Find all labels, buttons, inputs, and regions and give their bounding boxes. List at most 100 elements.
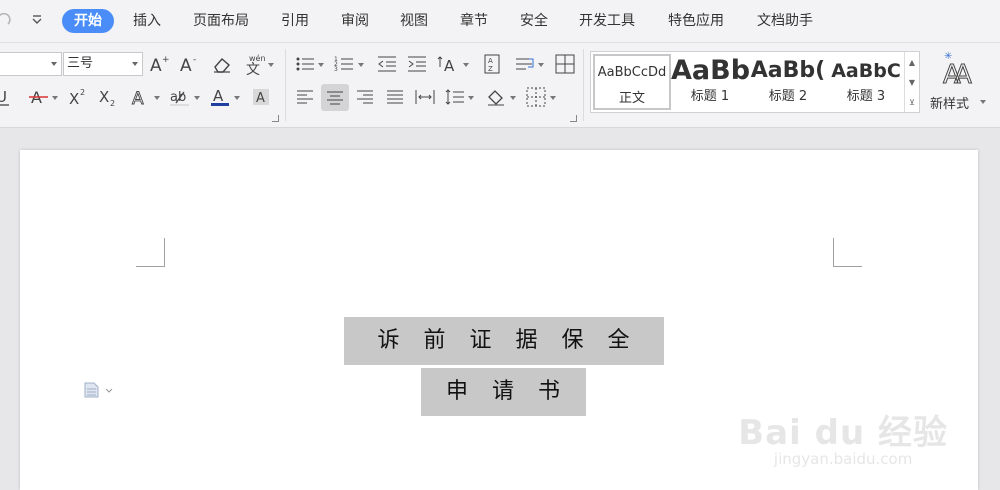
subscript-icon: X2: [99, 88, 115, 107]
gallery-scrollbar[interactable]: ▲ ▼ ⊻: [904, 52, 919, 112]
tab-developer-tools[interactable]: 开发工具: [579, 9, 635, 33]
increase-indent-button[interactable]: [405, 52, 429, 76]
scroll-down-icon[interactable]: ▼: [905, 72, 919, 92]
chevron-down-icon[interactable]: [463, 63, 469, 67]
sort-button[interactable]: AZ: [481, 52, 505, 76]
justify-icon: [387, 90, 403, 104]
bullet-list-icon: [296, 57, 314, 71]
svg-text:A: A: [213, 87, 224, 105]
chevron-down-icon[interactable]: [51, 62, 57, 66]
align-center-button[interactable]: [321, 84, 349, 111]
grow-font-icon: A +: [150, 55, 170, 74]
text-direction-icon: A: [437, 56, 455, 75]
redo-icon[interactable]: [0, 10, 14, 28]
style-heading-3-label: 标题 3: [846, 89, 886, 104]
crop-mark-top-right: [833, 238, 862, 267]
svg-text:Z: Z: [488, 65, 493, 73]
group-separator: [583, 49, 584, 121]
chevron-down-icon[interactable]: [154, 96, 160, 100]
distributed-button[interactable]: [413, 85, 437, 109]
quick-access-dropdown-icon[interactable]: [30, 12, 44, 26]
shrink-font-icon: A-: [180, 55, 196, 74]
tab-view[interactable]: 视图: [400, 9, 428, 33]
show-hide-marks-button[interactable]: [513, 52, 537, 76]
svg-text:文: 文: [246, 62, 260, 75]
text-direction-button[interactable]: A: [437, 52, 461, 76]
subscript-button[interactable]: X2: [96, 85, 120, 109]
scroll-up-icon[interactable]: ▲: [905, 52, 919, 72]
font-name-combo[interactable]: [0, 52, 62, 76]
doc-title-line-2[interactable]: 申 请 书: [421, 368, 586, 416]
char-shading-button[interactable]: A: [249, 85, 273, 109]
new-style-button[interactable]: A A ✳ 新样式: [928, 49, 988, 121]
svg-text:-: -: [193, 55, 196, 65]
style-heading-3-sample: AaBbC: [831, 60, 901, 82]
tab-insert[interactable]: 插入: [133, 9, 161, 33]
new-style-label: 新样式: [930, 97, 970, 112]
document-page[interactable]: 诉 前 证 据 保 全 申 请 书 Bai du 经验 jingyan.baid…: [20, 150, 978, 490]
paragraph-dialog-launcher-icon[interactable]: [570, 115, 577, 122]
gallery-expand-icon[interactable]: ⊻: [905, 92, 919, 112]
chevron-down-icon[interactable]: [358, 63, 364, 67]
chevron-down-icon[interactable]: [550, 96, 556, 100]
tab-security[interactable]: 安全: [520, 9, 548, 33]
doc-title-line-1[interactable]: 诉 前 证 据 保 全: [344, 317, 664, 365]
underline-button[interactable]: U: [0, 85, 14, 109]
font-size-value: 三号: [67, 56, 94, 71]
grid-icon: [555, 54, 575, 74]
shrink-font-button[interactable]: A-: [178, 52, 202, 76]
phonetic-guide-button[interactable]: wén 文: [243, 52, 267, 76]
chevron-down-icon[interactable]: [234, 96, 240, 100]
numbering-button[interactable]: 123: [332, 52, 356, 76]
grow-font-button[interactable]: A +: [148, 52, 172, 76]
increase-indent-icon: [408, 56, 426, 72]
svg-text:2: 2: [80, 88, 85, 97]
style-normal[interactable]: AaBbCcDd 正文: [593, 54, 671, 110]
font-color-button[interactable]: A: [208, 85, 232, 109]
align-right-button[interactable]: [353, 85, 377, 109]
style-heading-3[interactable]: AaBbC 标题 3: [827, 54, 905, 110]
table-borders-button[interactable]: [553, 52, 577, 76]
style-heading-1[interactable]: AaBb 标题 1: [671, 54, 749, 110]
style-heading-2[interactable]: AaBb( 标题 2: [749, 54, 827, 110]
text-effect-button[interactable]: A: [128, 85, 152, 109]
align-left-button[interactable]: [293, 85, 317, 109]
tab-references[interactable]: 引用: [281, 9, 309, 33]
highlight-button[interactable]: ab: [168, 85, 192, 109]
strikethrough-button[interactable]: A: [27, 85, 51, 109]
chevron-down-icon[interactable]: [468, 96, 474, 100]
bullets-button[interactable]: [293, 52, 317, 76]
font-size-combo[interactable]: 三号: [63, 52, 143, 76]
line-spacing-button[interactable]: [443, 85, 467, 109]
svg-text:A: A: [256, 91, 265, 106]
chevron-down-icon[interactable]: [268, 63, 274, 67]
tab-doc-assistant[interactable]: 文档助手: [757, 9, 813, 33]
chevron-down-icon[interactable]: [980, 100, 986, 104]
distribute-icon: [415, 90, 435, 104]
tab-section[interactable]: 章节: [460, 9, 488, 33]
tab-home[interactable]: 开始: [62, 9, 114, 33]
style-normal-sample: AaBbCcDd: [597, 65, 667, 80]
paragraph-layout-button[interactable]: [84, 382, 116, 402]
eraser-icon: [214, 58, 230, 73]
chevron-down-icon[interactable]: [318, 63, 324, 67]
watermark-logo-text: Bai du 经验: [738, 413, 948, 453]
svg-text:✳: ✳: [944, 51, 952, 62]
justify-button[interactable]: [383, 85, 407, 109]
chevron-down-icon[interactable]: [538, 63, 544, 67]
borders-button[interactable]: [524, 85, 548, 109]
tab-special-apps[interactable]: 特色应用: [668, 9, 724, 33]
font-dialog-launcher-icon[interactable]: [272, 115, 279, 122]
chevron-down-icon[interactable]: [52, 96, 58, 100]
tab-review[interactable]: 审阅: [341, 9, 369, 33]
group-separator: [285, 49, 286, 121]
char-shading-icon: A: [253, 89, 269, 106]
clear-format-button[interactable]: [210, 52, 234, 76]
chevron-down-icon[interactable]: [510, 96, 516, 100]
superscript-button[interactable]: X2: [66, 85, 90, 109]
shading-button[interactable]: [484, 85, 508, 109]
decrease-indent-button[interactable]: [375, 52, 399, 76]
chevron-down-icon[interactable]: [132, 62, 138, 66]
chevron-down-icon[interactable]: [194, 96, 200, 100]
tab-page-layout[interactable]: 页面布局: [193, 9, 249, 33]
